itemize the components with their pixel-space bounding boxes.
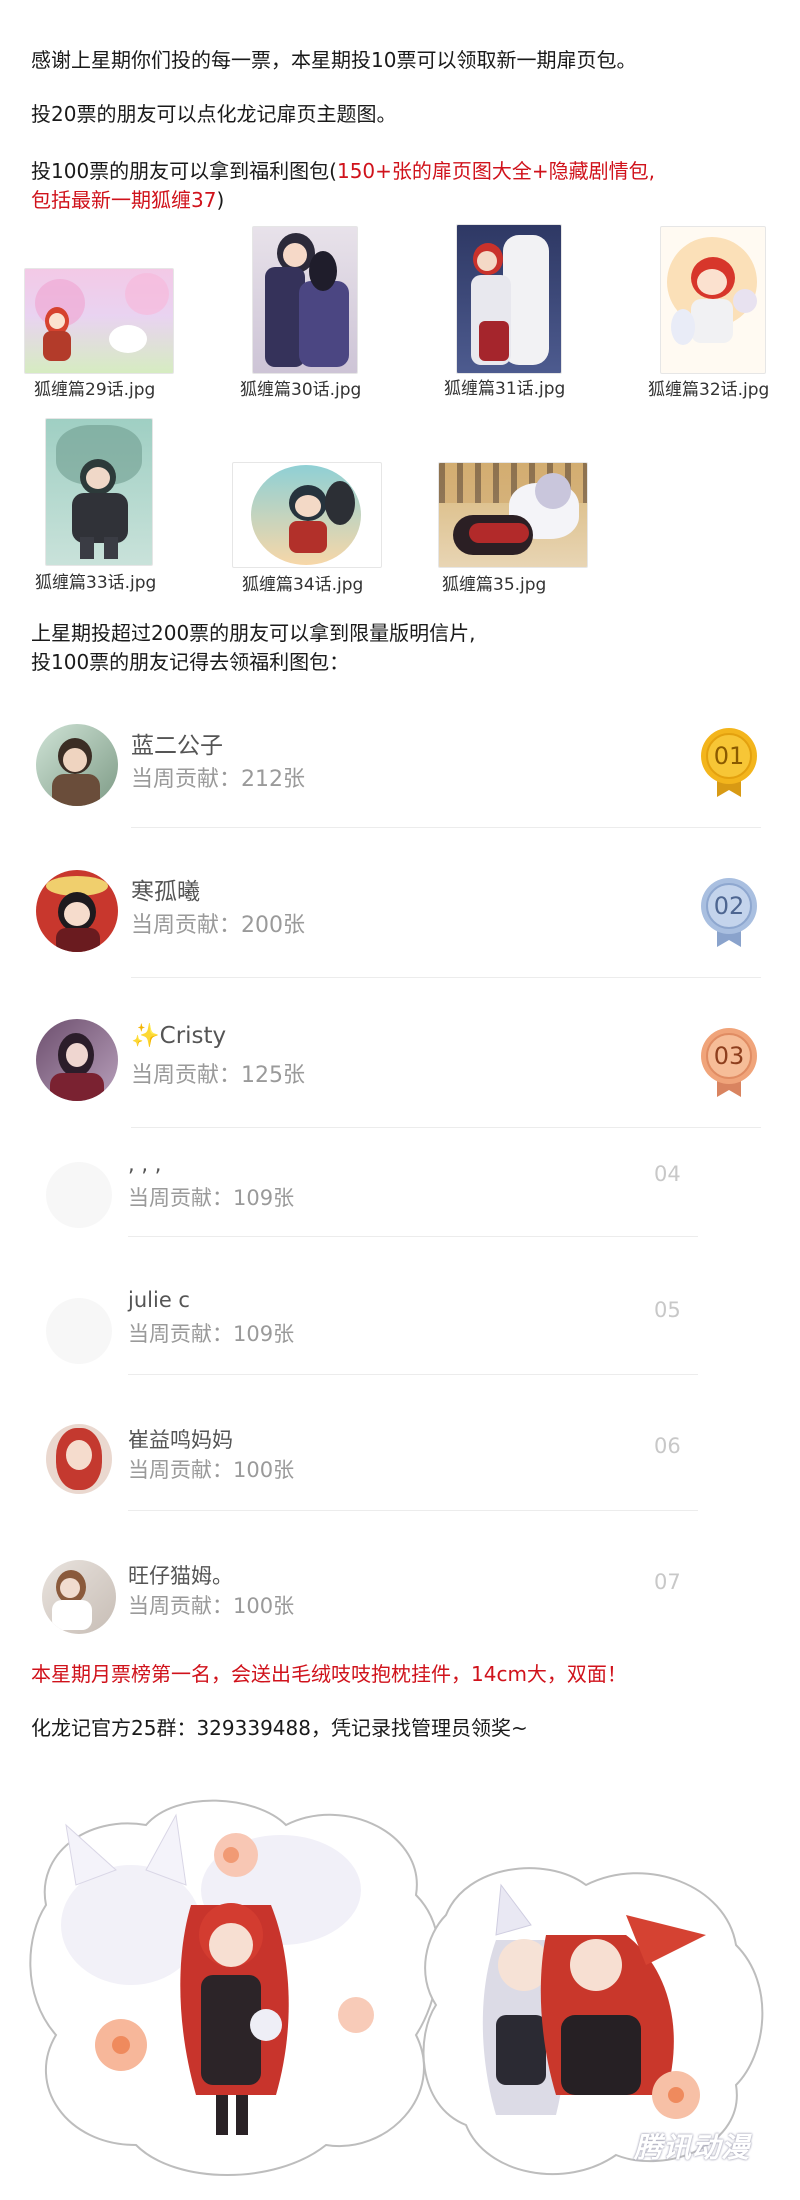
rank-number: 06 bbox=[654, 1434, 681, 1458]
divider bbox=[131, 1127, 761, 1128]
bronze-medal-icon: 03 bbox=[700, 1027, 758, 1099]
rank-number: 05 bbox=[654, 1298, 681, 1322]
ranking-row[interactable]: 寒孤曦 当周贡献：200张 02 bbox=[0, 855, 800, 995]
thumbnail-image bbox=[438, 462, 588, 568]
intro-line-4-text: ) bbox=[216, 188, 225, 212]
medal-number: 01 bbox=[713, 742, 745, 770]
rank-number: 07 bbox=[654, 1570, 681, 1594]
ranking-row[interactable]: 蓝二公子 当周贡献：212张 01 bbox=[0, 705, 800, 845]
avatar bbox=[46, 1298, 112, 1364]
divider bbox=[131, 827, 761, 828]
ranking-name: , , , bbox=[128, 1152, 162, 1176]
thumbnail-image bbox=[45, 418, 153, 566]
mid-line-2: 投100票的朋友记得去领福利图包： bbox=[31, 650, 350, 674]
ranking-contribution: 当周贡献：109张 bbox=[128, 1322, 295, 1346]
ranking-name: julie c bbox=[128, 1288, 190, 1312]
ranking-contribution: 当周贡献：200张 bbox=[131, 913, 305, 938]
intro-line-2: 投20票的朋友可以点化龙记扉页主题图。 bbox=[31, 102, 397, 126]
divider bbox=[131, 977, 761, 978]
intro-line-4-highlight: 包括最新一期狐缠37 bbox=[31, 188, 217, 212]
gold-medal-icon: 01 bbox=[700, 727, 758, 799]
ranking-name: 崔益鸣妈妈 bbox=[128, 1428, 233, 1452]
intro-line-3-text: 投100票的朋友可以拿到福利图包( bbox=[31, 159, 337, 183]
group-info: 化龙记官方25群：329339488，凭记录找管理员领奖~ bbox=[31, 1716, 528, 1740]
ranking-contribution: 当周贡献：212张 bbox=[131, 767, 305, 792]
ranking-name: Cristy bbox=[159, 1023, 227, 1049]
thumbnail-image bbox=[232, 462, 382, 568]
ranking-row[interactable]: ✨Cristy 当周贡献：125张 03 bbox=[0, 1005, 800, 1145]
sticker-illustration: 腾讯动漫 bbox=[26, 1795, 776, 2190]
rank-number: 04 bbox=[654, 1162, 681, 1186]
medal-number: 03 bbox=[713, 1042, 745, 1070]
ranking-name: 寒孤曦 bbox=[131, 879, 200, 905]
avatar bbox=[42, 1560, 116, 1634]
intro-line-3-highlight: 150+张的扉页图大全+隐藏剧情包, bbox=[336, 159, 656, 183]
divider bbox=[128, 1374, 698, 1375]
ranking-name: 旺仔猫姆。 bbox=[128, 1564, 233, 1588]
ranking-name: 蓝二公子 bbox=[131, 733, 223, 759]
thumbnail-caption: 狐缠篇29话.jpg bbox=[34, 380, 156, 400]
thumbnail-caption: 狐缠篇34话.jpg bbox=[242, 575, 364, 595]
ranking-contribution: 当周贡献：125张 bbox=[131, 1063, 305, 1088]
ranking-contribution: 当周贡献：100张 bbox=[128, 1594, 295, 1618]
avatar bbox=[36, 870, 118, 952]
thumbnail-caption: 狐缠篇35.jpg bbox=[442, 575, 547, 595]
sparkle-icon: ✨ bbox=[131, 1023, 160, 1049]
divider bbox=[128, 1510, 698, 1511]
prize-announcement: 本星期月票榜第一名，会送出毛绒吱吱抱枕挂件，14cm大，双面！ bbox=[31, 1662, 627, 1686]
ranking-name-wrapper: ✨Cristy bbox=[131, 1022, 226, 1049]
intro-line-1: 感谢上星期你们投的每一票，本星期投10票可以领取新一期扉页包。 bbox=[31, 48, 637, 72]
mid-line-1: 上星期投超过200票的朋友可以拿到限量版明信片, bbox=[31, 621, 476, 645]
thumbnail-image bbox=[456, 224, 562, 374]
thumbnail-image bbox=[24, 268, 174, 374]
ranking-row[interactable]: julie c 当周贡献：109张 05 bbox=[0, 1284, 800, 1414]
thumbnail-caption: 狐缠篇32话.jpg bbox=[648, 380, 770, 400]
thumbnail-caption: 狐缠篇30话.jpg bbox=[240, 380, 362, 400]
medal-number: 02 bbox=[713, 892, 745, 920]
avatar bbox=[46, 1162, 112, 1228]
ranking-row[interactable]: 崔益鸣妈妈 当周贡献：100张 06 bbox=[0, 1420, 800, 1550]
thumbnail-caption: 狐缠篇31话.jpg bbox=[444, 379, 566, 399]
divider bbox=[128, 1236, 698, 1237]
intro-line-4: 包括最新一期狐缠37) bbox=[31, 186, 224, 215]
avatar bbox=[36, 724, 118, 806]
watermark-logo: 腾讯动漫 bbox=[633, 2131, 750, 2164]
avatar bbox=[46, 1424, 112, 1494]
avatar bbox=[36, 1019, 118, 1101]
ranking-row[interactable]: , , , 当周贡献：109张 04 bbox=[0, 1148, 800, 1278]
thumbnail-image bbox=[660, 226, 766, 374]
thumbnail-image bbox=[252, 226, 358, 374]
ranking-contribution: 当周贡献：100张 bbox=[128, 1458, 295, 1482]
thumbnail-caption: 狐缠篇33话.jpg bbox=[35, 573, 157, 593]
silver-medal-icon: 02 bbox=[700, 877, 758, 949]
intro-line-3: 投100票的朋友可以拿到福利图包(150+张的扉页图大全+隐藏剧情包, bbox=[31, 157, 655, 186]
ranking-contribution: 当周贡献：109张 bbox=[128, 1186, 295, 1210]
